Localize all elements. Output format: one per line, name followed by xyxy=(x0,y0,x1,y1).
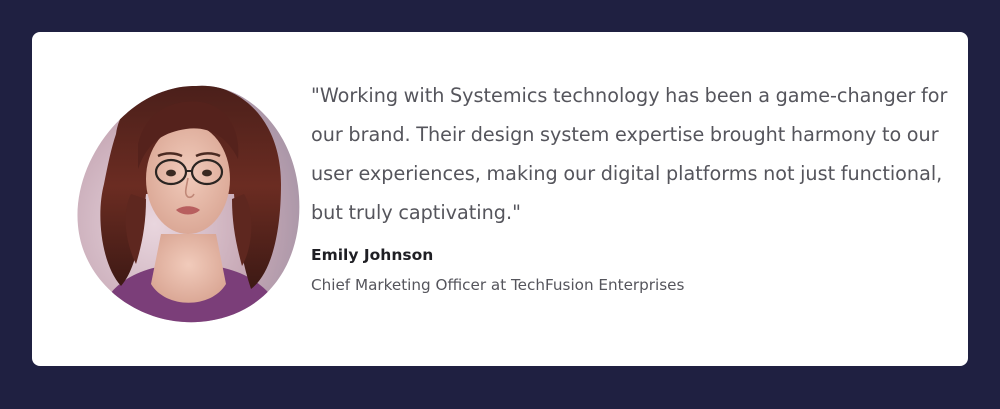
author-name: Emily Johnson xyxy=(311,246,434,264)
author-role: Chief Marketing Officer at TechFusion En… xyxy=(311,276,685,294)
page: "Working with Systemics technology has b… xyxy=(0,0,1000,409)
testimonial-card: "Working with Systemics technology has b… xyxy=(32,32,968,366)
avatar xyxy=(76,74,300,324)
testimonial-content: "Working with Systemics technology has b… xyxy=(311,76,951,296)
avatar-portrait-image xyxy=(77,85,300,323)
testimonial-quote: "Working with Systemics technology has b… xyxy=(311,84,948,224)
